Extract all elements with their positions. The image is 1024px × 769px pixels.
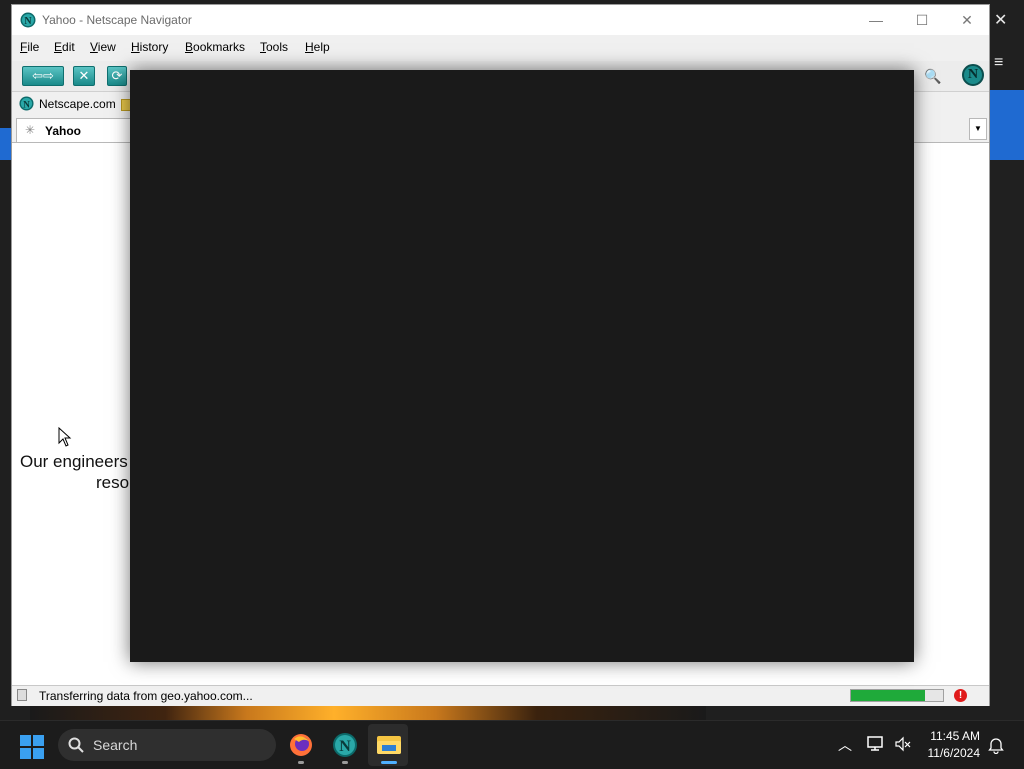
blank-overlay-window[interactable] (130, 70, 914, 662)
netscape-logo-icon: N (20, 12, 36, 28)
taskbar-search-box[interactable]: Search (58, 729, 276, 761)
netscape-icon[interactable]: N (329, 729, 361, 761)
search-icon (68, 737, 84, 753)
menu-tools[interactable]: Tools (260, 40, 288, 54)
loading-spinner-icon: ✳ (25, 123, 36, 137)
menu-help[interactable]: Help (305, 40, 330, 54)
progress-fill (851, 690, 925, 701)
reload-button[interactable]: ⟳ (107, 66, 127, 86)
menu-view[interactable]: View (90, 40, 116, 54)
page-message-line2: reso (96, 473, 130, 492)
bookmark-netscape-com[interactable]: Netscape.com (39, 97, 116, 111)
clock-date[interactable]: 11/6/2024 (918, 746, 981, 760)
maximize-button[interactable]: ☐ (904, 9, 940, 31)
window-title: Yahoo - Netscape Navigator (42, 13, 192, 27)
background-close-icon[interactable]: ✕ (994, 10, 1007, 30)
network-icon[interactable] (867, 736, 885, 752)
error-icon[interactable]: ! (954, 689, 967, 702)
taskbar: Search N ︿ 11:45 AM 11/6/2024 (0, 720, 1024, 769)
svg-text:N: N (23, 100, 30, 110)
file-explorer-active-indicator (381, 761, 397, 764)
menu-bookmarks[interactable]: Bookmarks (185, 40, 245, 54)
minimize-button[interactable]: — (858, 9, 894, 31)
security-lock-icon[interactable] (17, 689, 27, 701)
menu-edit[interactable]: Edit (54, 40, 75, 54)
back-forward-button[interactable]: ⇦⇨ (22, 66, 64, 86)
svg-text:N: N (24, 16, 32, 27)
volume-muted-icon[interactable] (894, 736, 912, 752)
desktop-wallpaper-strip (30, 706, 706, 720)
show-hidden-icons-chevron-icon[interactable]: ︿ (838, 735, 852, 755)
tab-yahoo[interactable]: ✳ Yahoo (16, 118, 131, 142)
background-menu-icon[interactable]: ≡ (994, 54, 1003, 72)
netscape-throbber-icon[interactable]: N (962, 64, 984, 86)
netscape-bookmark-icon: N (19, 96, 34, 111)
close-button[interactable]: ✕ (949, 9, 985, 31)
search-icon[interactable]: 🔍 (922, 65, 944, 87)
background-blue-strip (990, 90, 1024, 160)
notification-bell-icon[interactable] (988, 736, 1004, 754)
mouse-cursor-icon (58, 427, 72, 447)
tab-label: Yahoo (45, 124, 82, 138)
tab-list-dropdown-button[interactable]: ▼ (969, 118, 987, 140)
svg-text:N: N (339, 738, 351, 755)
firefox-icon[interactable] (285, 729, 317, 761)
progress-bar (850, 689, 944, 702)
file-explorer-icon[interactable] (373, 729, 405, 761)
stop-button[interactable]: ✕ (73, 66, 95, 86)
menu-history[interactable]: History (131, 40, 168, 54)
page-message-line1: Our engineers (20, 452, 128, 471)
menu-bar: File Edit View History Bookmarks Tools H… (12, 35, 989, 59)
clock-time[interactable]: 11:45 AM (918, 729, 980, 743)
firefox-running-indicator (298, 761, 304, 764)
menu-file[interactable]: File (20, 40, 39, 54)
title-bar: N Yahoo - Netscape Navigator — ☐ ✕ (12, 5, 989, 35)
windows-start-icon[interactable] (20, 735, 44, 759)
status-text: Transferring data from geo.yahoo.com... (39, 689, 253, 703)
search-label: Search (93, 737, 138, 753)
status-bar: Transferring data from geo.yahoo.com... … (12, 685, 989, 706)
netscape-running-indicator (342, 761, 348, 764)
